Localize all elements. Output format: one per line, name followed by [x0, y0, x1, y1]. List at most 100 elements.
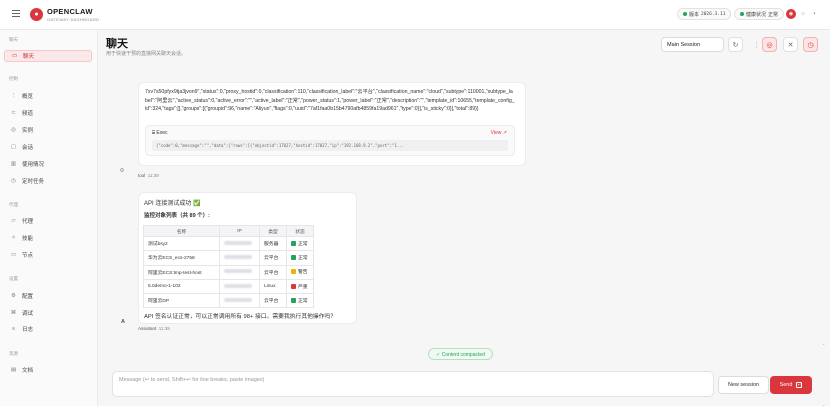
- app-subtitle: GATEWAY DASHBOARD: [47, 17, 100, 22]
- sidebar-item-label: 实例: [22, 128, 34, 134]
- scroll-up-icon[interactable]: ⌃: [822, 343, 827, 348]
- clock-icon: ◷: [807, 41, 814, 49]
- redacted-ip: [224, 283, 252, 288]
- target-icon: ◎: [766, 41, 773, 49]
- sidebar-item-usage[interactable]: ▥ 使用情况: [4, 158, 92, 170]
- cell-type: 云平台: [259, 264, 287, 280]
- clock-icon: ◷: [11, 178, 16, 184]
- sidebar-section-chat: 聊天: [9, 37, 18, 42]
- status-text: 警告: [298, 270, 308, 276]
- sidebar-item-label: 会话: [22, 145, 34, 151]
- version-label: 版本: [689, 11, 700, 18]
- status-icon: [291, 254, 296, 260]
- assistant-sender: Assistant: [138, 326, 157, 331]
- send-button[interactable]: Send ↵: [770, 376, 812, 394]
- redacted-ip: [224, 269, 252, 274]
- cell-name: 测试bsy2: [143, 235, 220, 252]
- link-icon: ⊂: [11, 110, 16, 116]
- cell-ip: [219, 278, 260, 295]
- status-dot-icon: [683, 12, 687, 16]
- status-text: 正常: [298, 298, 308, 304]
- cell-status: 正常: [286, 235, 314, 252]
- sidebar-item-channels[interactable]: ⊂ 频道: [4, 107, 92, 119]
- enter-key-icon: ↵: [796, 382, 803, 388]
- radio-icon: ◎: [11, 127, 16, 133]
- sidebar-item-label: 文档: [22, 368, 34, 374]
- redacted-ip: [224, 254, 252, 259]
- cell-name: 阿里云ECS:tmp-test-host: [143, 264, 220, 280]
- cell-name: 6.0demo-1-102: [143, 278, 220, 295]
- sidebar-item-label: 使用情况: [22, 162, 45, 168]
- view-link[interactable]: View ↗: [491, 130, 507, 136]
- cell-ip: [219, 250, 260, 266]
- status-icon: [291, 240, 296, 246]
- cell-status: 警告: [286, 264, 314, 280]
- tool-meta: tool 11:39: [138, 173, 159, 178]
- sidebar-item-label: 配置: [22, 294, 34, 300]
- exec-card: ⌸ Exec View ↗ {"code":0,"message":"","da…: [145, 125, 515, 156]
- assistant-footer: API 签名认证正常，可以正常调用所有 98+ 接口。需要我执行其他操作吗？: [144, 314, 337, 320]
- sidebar-item-agents[interactable]: ▱ 代理: [4, 215, 92, 227]
- more-icon[interactable]: ⋮: [753, 41, 760, 49]
- openclaw-logo-icon: ●: [30, 8, 43, 21]
- brand: OPENCLAW GATEWAY DASHBOARD: [47, 8, 100, 23]
- sidebar-section-settings: 设置: [9, 276, 18, 281]
- redacted-ip: [224, 297, 252, 302]
- record-icon[interactable]: ◉: [786, 9, 796, 19]
- cell-name: 阿里云DP: [143, 293, 220, 309]
- column-header: 名称: [143, 225, 220, 237]
- focus-button[interactable]: ◎: [762, 37, 777, 52]
- menu-icon[interactable]: [12, 10, 20, 17]
- page-subtitle: 用于快速干预的直接网关聊天会话。: [106, 51, 187, 57]
- sidebar-item-debug[interactable]: ⌘ 调试: [4, 307, 92, 319]
- monitor-table: 名称 IP 类型 状态 测试bsy2 服务器 正常 华为云ECS_ecs-275…: [143, 225, 314, 309]
- scroll-down-icon[interactable]: ⌄: [822, 402, 827, 406]
- table-row: 6.0demo-1-102 Linux 严重: [143, 278, 314, 295]
- refresh-button[interactable]: ↻: [728, 37, 743, 52]
- sidebar-item-label: 频道: [22, 111, 34, 117]
- sidebar-item-logs[interactable]: ≡ 日志: [4, 323, 92, 335]
- chat-icon: ▭: [11, 53, 18, 59]
- refresh-icon: ↻: [732, 41, 739, 49]
- sidebar-item-label: 技能: [22, 236, 34, 242]
- exec-label: Exec: [156, 130, 168, 136]
- send-label: Send: [779, 382, 793, 388]
- sidebar-item-chat[interactable]: ▭ 聊天: [4, 50, 92, 62]
- cell-status: 正常: [286, 293, 314, 309]
- spark-icon: ✧: [11, 235, 16, 241]
- status-icon: [291, 269, 296, 275]
- moon-icon[interactable]: ◐: [810, 9, 820, 19]
- cell-type: 服务器: [259, 235, 287, 252]
- session-select[interactable]: Main Session: [661, 37, 724, 52]
- sidebar-item-nodes[interactable]: ▭ 节点: [4, 249, 92, 261]
- chart-icon: ⫶: [12, 92, 15, 99]
- assistant-message-bubble: API 连接测试成功 ✅ 监控对象列表（共 89 个）: 名称 IP 类型 状态…: [138, 192, 357, 324]
- column-header: 类型: [259, 225, 287, 237]
- tool-time: 11:39: [147, 173, 159, 178]
- redacted-ip: [224, 240, 252, 245]
- close-icon: ✕: [787, 41, 794, 49]
- page-title: 聊天: [106, 38, 128, 50]
- folder-icon: ▱: [11, 218, 16, 224]
- sidebar-item-config[interactable]: ⚙ 配置: [4, 290, 92, 302]
- content-compacted-badge: ✓ Content compacted: [428, 348, 493, 360]
- sidebar-item-docs[interactable]: ▤ 文档: [4, 364, 92, 376]
- close-button[interactable]: ✕: [783, 37, 798, 52]
- message-input[interactable]: Message (↩ to send, Shift+↩ for line bre…: [112, 371, 714, 397]
- version-value: 2026.3.11: [701, 11, 726, 17]
- sidebar-section-control: 控制: [9, 76, 18, 81]
- sidebar-item-sessions[interactable]: ▢ 会话: [4, 141, 92, 153]
- sidebar-item-label: 定时任务: [22, 179, 45, 185]
- file-icon: ▢: [10, 144, 17, 150]
- bar-chart-icon: ▥: [10, 161, 17, 167]
- history-button[interactable]: ◷: [803, 37, 818, 52]
- sidebar-item-overview[interactable]: ⫶ 概览: [4, 90, 92, 102]
- log-icon: ≡: [11, 326, 16, 332]
- cell-ip: [219, 264, 260, 280]
- sun-icon[interactable]: ☼: [798, 9, 808, 19]
- sidebar-section-resources: 资源: [9, 351, 18, 356]
- new-session-button[interactable]: New session: [718, 376, 769, 394]
- sidebar-item-cron[interactable]: ◷ 定时任务: [4, 175, 92, 187]
- sidebar-item-instances[interactable]: ◎ 实例: [4, 124, 92, 136]
- sidebar-item-skills[interactable]: ✧ 技能: [4, 232, 92, 244]
